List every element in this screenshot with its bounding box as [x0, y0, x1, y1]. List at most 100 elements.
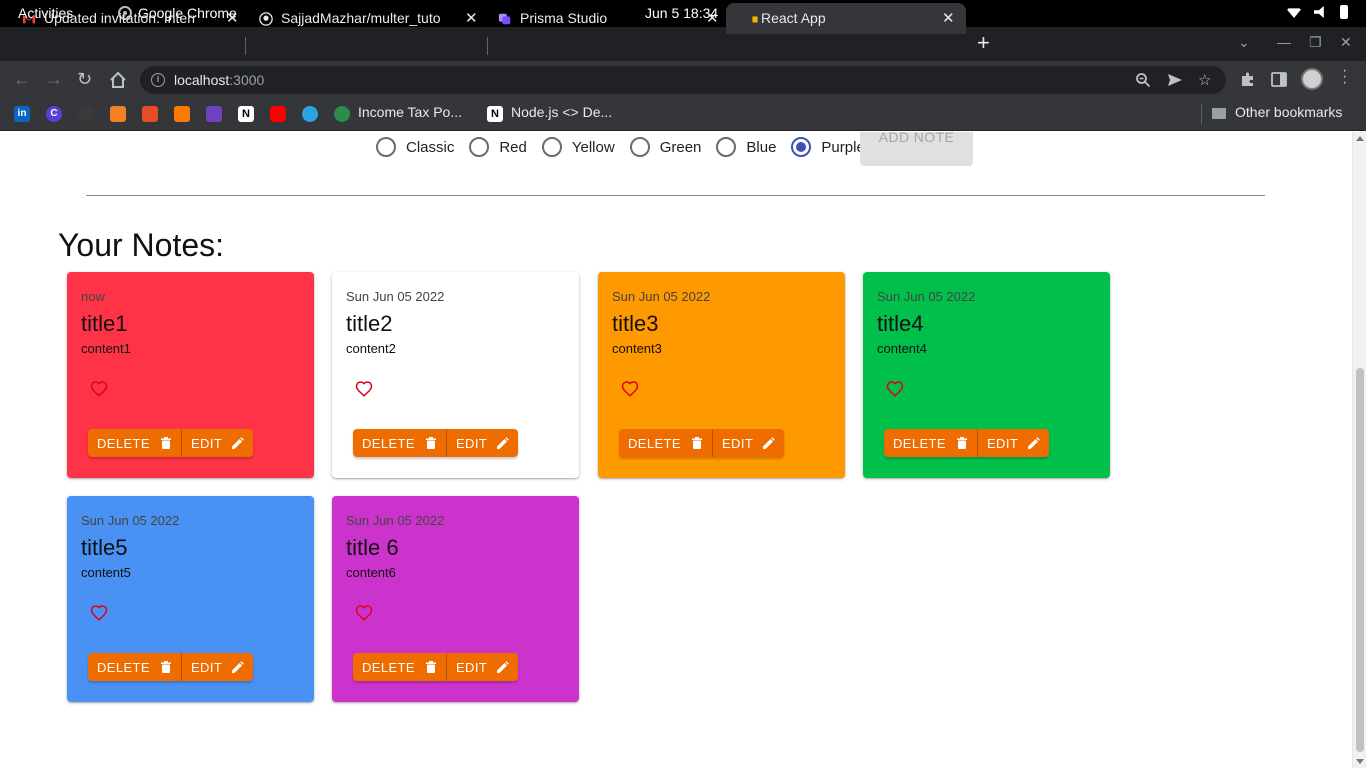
- favorite-heart-icon[interactable]: [90, 380, 108, 398]
- radio-button[interactable]: [716, 137, 737, 157]
- browser-toolbar: ← → ↻ i localhost:3000 ☆: [0, 61, 1366, 98]
- radio-label: Blue: [746, 138, 777, 156]
- stackoverflow-icon[interactable]: [110, 106, 126, 122]
- close-icon[interactable]: ✕: [942, 9, 955, 27]
- tab-react-app[interactable]: React App ✕: [726, 3, 966, 34]
- delete-button[interactable]: DELETE: [353, 653, 446, 681]
- tab-gmail[interactable]: Updated invitation: Interr ✕: [0, 3, 245, 34]
- send-icon[interactable]: [1167, 72, 1183, 88]
- stack-bookmark-icon[interactable]: [174, 106, 190, 122]
- note-title: title5: [81, 535, 128, 560]
- note-actions: DELETE EDIT: [619, 429, 785, 457]
- income-tax-icon[interactable]: [334, 106, 350, 122]
- radio-blue[interactable]: Blue: [716, 137, 776, 157]
- tab-title: SajjadMazhar/multer_tuto: [281, 10, 441, 26]
- minimize-button[interactable]: —: [1277, 34, 1291, 50]
- note-actions: DELETE EDIT: [88, 653, 254, 681]
- notion-icon[interactable]: N: [487, 106, 503, 122]
- new-tab-button[interactable]: +: [977, 32, 990, 54]
- tab-github[interactable]: SajjadMazhar/multer_tuto ✕: [237, 3, 487, 34]
- scrollbar-thumb[interactable]: [1356, 368, 1364, 752]
- radio-classic[interactable]: Classic: [376, 137, 454, 157]
- favorite-heart-icon[interactable]: [886, 380, 904, 398]
- bookmark-c-icon[interactable]: C: [46, 106, 62, 122]
- note-content: content6: [346, 565, 396, 580]
- bookmark-income-tax[interactable]: Income Tax Po...: [358, 104, 462, 120]
- edit-button[interactable]: EDIT: [976, 429, 1050, 457]
- address-bar[interactable]: i localhost:3000 ☆: [140, 66, 1226, 94]
- delete-button[interactable]: DELETE: [353, 429, 446, 457]
- telegram-icon[interactable]: [302, 106, 318, 122]
- radio-green[interactable]: Green: [629, 137, 701, 157]
- note-actions: DELETE EDIT: [353, 429, 519, 457]
- note-date: Sun Jun 05 2022: [81, 513, 180, 528]
- note-date: Sun Jun 05 2022: [346, 513, 445, 528]
- profile-avatar[interactable]: [1301, 68, 1323, 90]
- add-note-button[interactable]: ADD NOTE: [860, 132, 973, 166]
- extensions-icon[interactable]: [1239, 71, 1256, 88]
- bookmark-cube-icon[interactable]: [206, 106, 222, 122]
- tab-search-chevron-icon[interactable]: ⌄: [1238, 34, 1250, 51]
- back-icon[interactable]: ←: [13, 69, 31, 89]
- gmail-icon: [22, 14, 36, 24]
- scroll-down-icon[interactable]: [1356, 759, 1364, 764]
- radio-label: Yellow: [571, 138, 615, 156]
- bookmark-nodejs[interactable]: Node.js <> De...: [511, 104, 612, 120]
- url-text: localhost:3000: [174, 72, 265, 88]
- note-content: content5: [81, 565, 131, 580]
- note-title: title 6: [346, 535, 399, 560]
- github-bookmark-icon[interactable]: [78, 106, 94, 122]
- favorite-heart-icon[interactable]: [90, 604, 108, 622]
- radio-button[interactable]: [541, 137, 562, 157]
- favorite-heart-icon[interactable]: [621, 380, 639, 398]
- tab-title: Updated invitation: Interr: [44, 10, 197, 26]
- edit-button[interactable]: EDIT: [445, 653, 519, 681]
- radio-button[interactable]: [791, 137, 812, 157]
- freecodecamp-icon[interactable]: [142, 106, 158, 122]
- edit-button[interactable]: EDIT: [711, 429, 785, 457]
- edit-button[interactable]: EDIT: [445, 429, 519, 457]
- wifi-icon: [1286, 8, 1302, 18]
- delete-button[interactable]: DELETE: [88, 429, 181, 457]
- radio-red[interactable]: Red: [469, 137, 527, 157]
- site-info-icon[interactable]: i: [151, 73, 165, 87]
- youtube-icon[interactable]: [270, 106, 286, 122]
- chrome-menu-icon[interactable]: · · ·: [1342, 63, 1348, 91]
- edit-label: EDIT: [721, 435, 754, 451]
- system-tray[interactable]: [1286, 5, 1348, 19]
- delete-button[interactable]: DELETE: [619, 429, 712, 457]
- zoom-icon[interactable]: [1135, 72, 1151, 88]
- other-bookmarks[interactable]: Other bookmarks: [1235, 104, 1342, 120]
- maximize-button[interactable]: ❐: [1309, 34, 1322, 51]
- radio-purple[interactable]: Purple: [791, 137, 865, 157]
- tab-prisma-studio[interactable]: Prisma Studio ✕: [476, 3, 726, 34]
- edit-button[interactable]: EDIT: [180, 429, 254, 457]
- forward-icon[interactable]: →: [45, 69, 63, 89]
- battery-icon: [1340, 5, 1348, 19]
- edit-label: EDIT: [190, 435, 223, 451]
- delete-button[interactable]: DELETE: [88, 653, 181, 681]
- page-scrollbar[interactable]: [1352, 132, 1366, 768]
- radio-yellow[interactable]: Yellow: [541, 137, 615, 157]
- note-content: content3: [612, 341, 662, 356]
- notes-heading: Your Notes:: [58, 227, 225, 263]
- home-icon[interactable]: [109, 71, 127, 89]
- radio-button[interactable]: [376, 137, 396, 157]
- scroll-up-icon[interactable]: [1356, 136, 1364, 141]
- note-title: title1: [81, 311, 128, 336]
- bookmark-star-icon[interactable]: ☆: [1198, 71, 1211, 89]
- linkedin-icon[interactable]: in: [14, 106, 30, 122]
- delete-button[interactable]: DELETE: [884, 429, 977, 457]
- side-panel-icon[interactable]: [1271, 72, 1287, 87]
- favorite-heart-icon[interactable]: [355, 604, 373, 622]
- reload-icon[interactable]: ↻: [77, 69, 92, 89]
- close-icon[interactable]: ✕: [706, 9, 719, 27]
- radio-button[interactable]: [629, 137, 650, 157]
- notion-bookmark-icon[interactable]: N: [238, 106, 254, 122]
- favorite-heart-icon[interactable]: [355, 380, 373, 398]
- tab-title: React App: [761, 10, 826, 26]
- radio-button[interactable]: [469, 137, 490, 157]
- close-window-button[interactable]: ✕: [1340, 34, 1352, 51]
- trash-icon: [425, 437, 437, 449]
- edit-button[interactable]: EDIT: [180, 653, 254, 681]
